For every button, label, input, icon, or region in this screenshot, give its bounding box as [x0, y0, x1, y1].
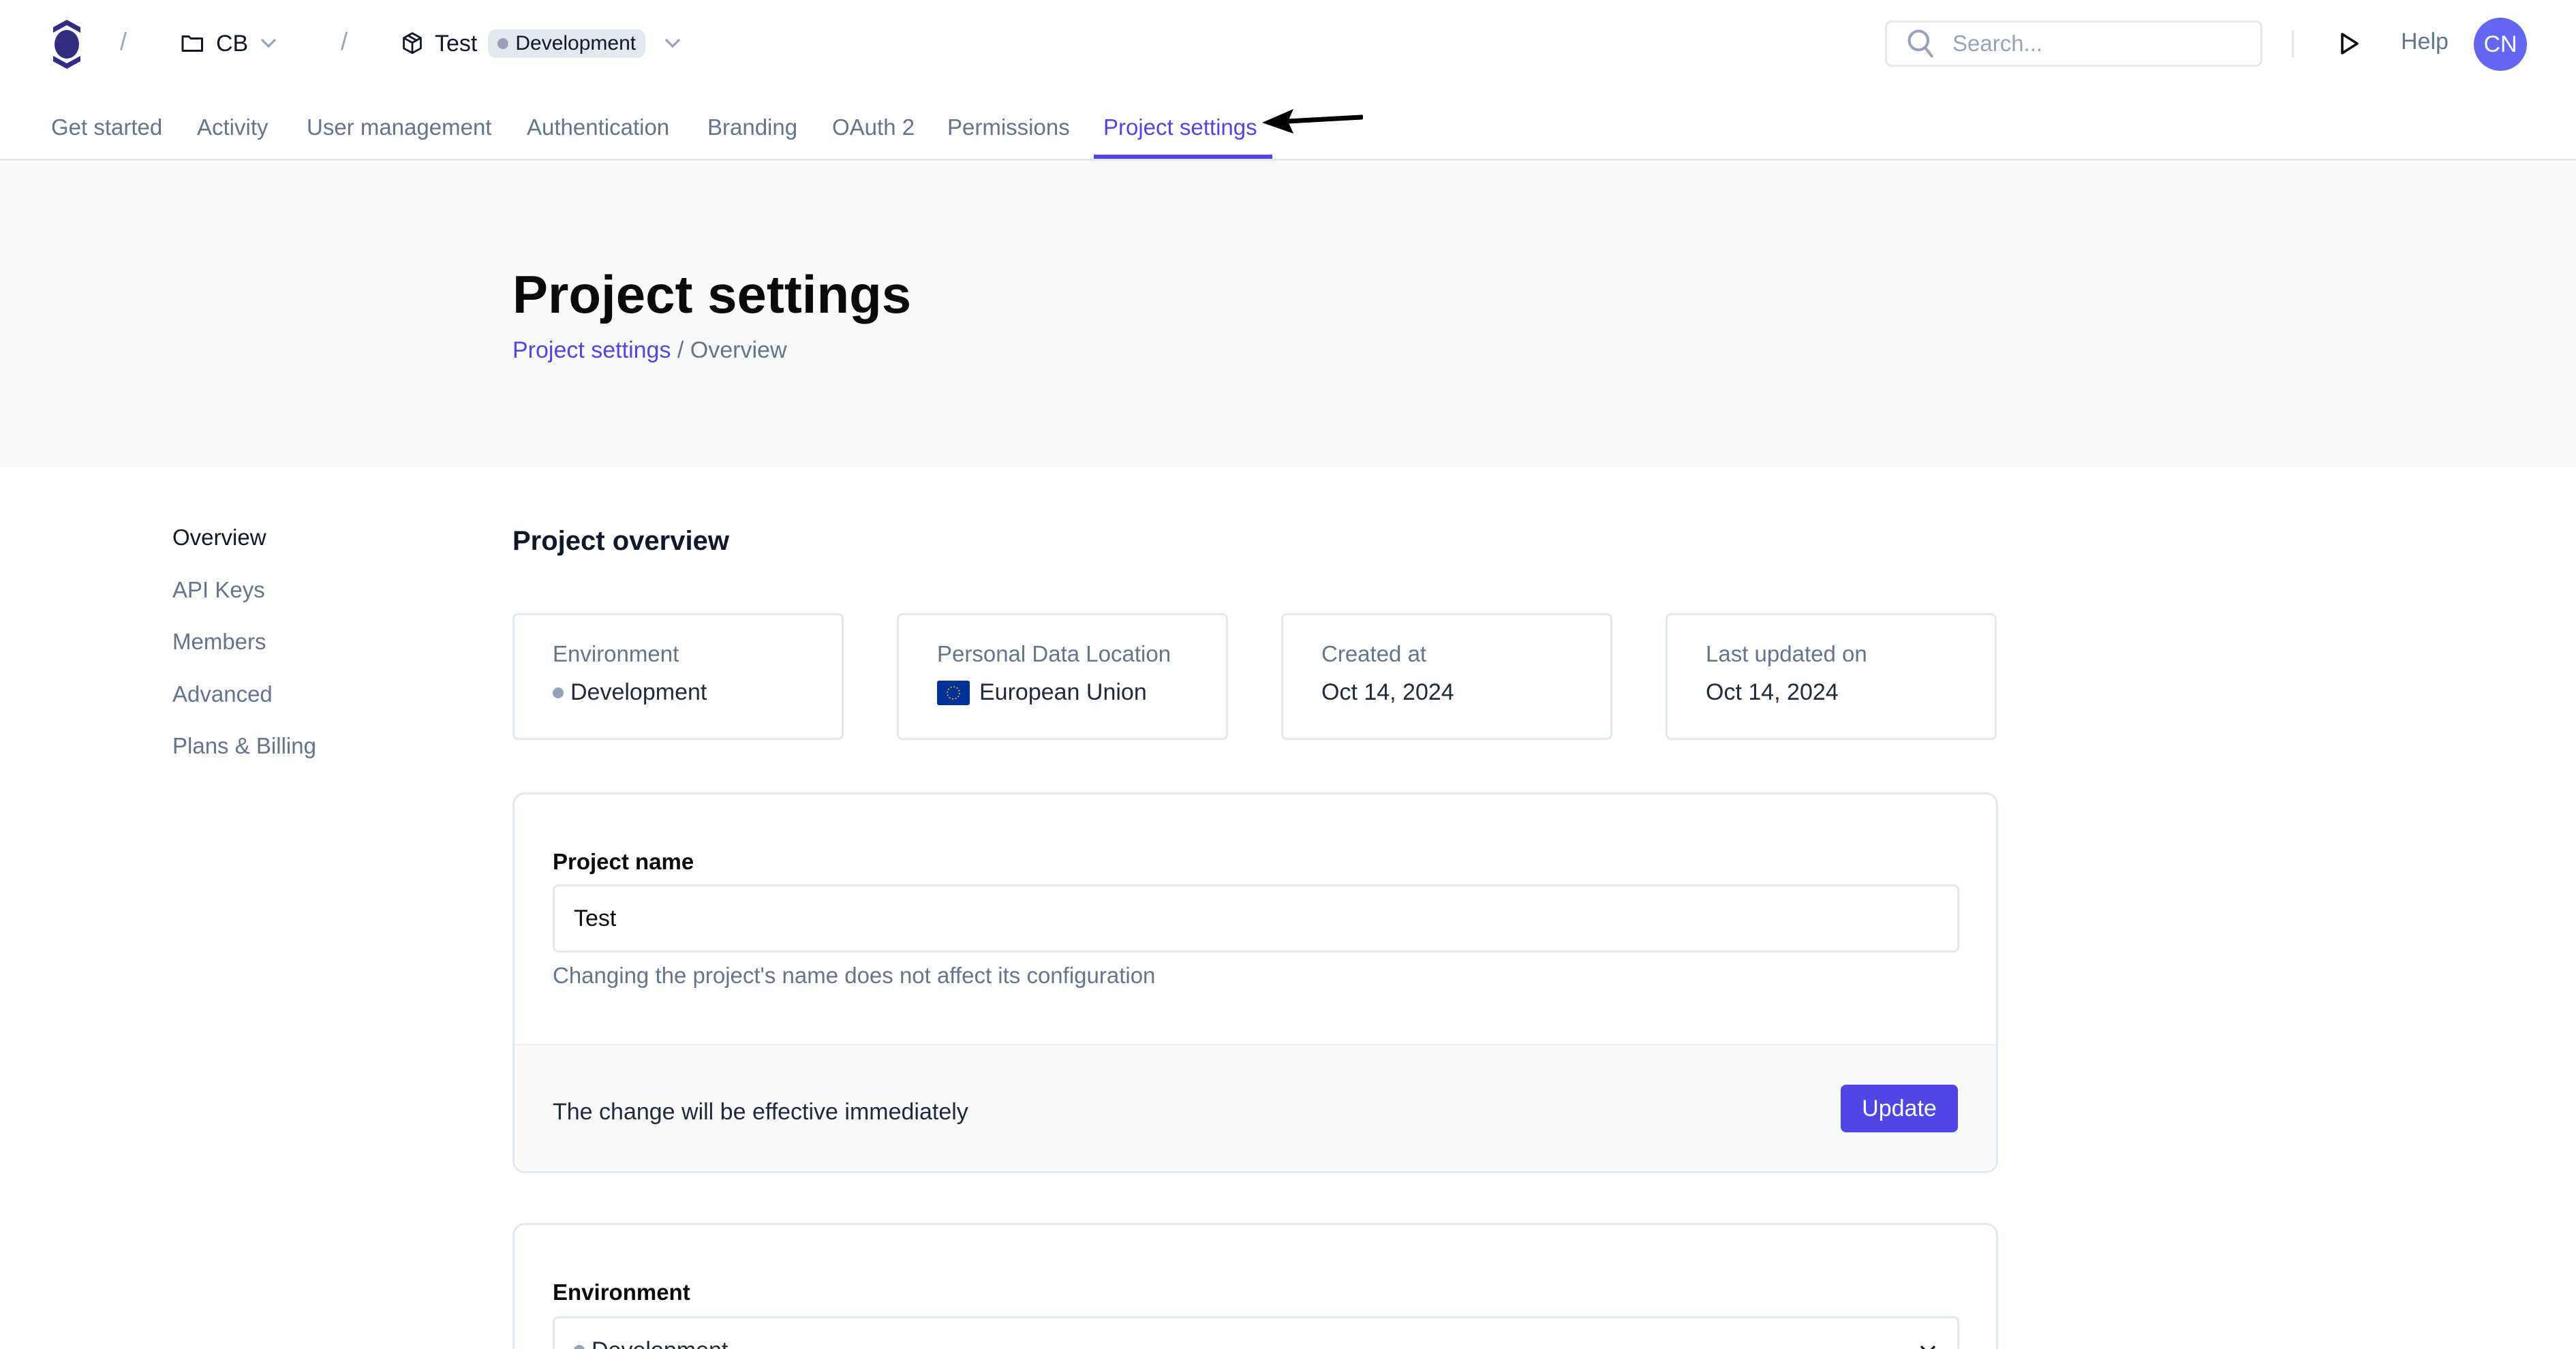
info-card-label: Personal Data Location: [937, 641, 1226, 667]
chevron-down-icon: [1918, 1344, 1938, 1349]
sidebar-item-api-keys[interactable]: API Keys: [172, 577, 316, 630]
top-bar: / CB / Test Development Help CN: [0, 0, 2576, 87]
info-card-data-location: Personal Data Location European Union: [897, 613, 1228, 740]
info-card-value: Oct 14, 2024: [1706, 679, 1995, 706]
info-card-label: Environment: [553, 641, 842, 667]
info-card-last-updated: Last updated on Oct 14, 2024: [1666, 613, 1997, 740]
page-header: Project settings Project settings / Over…: [0, 161, 2576, 467]
breadcrumb-current: Overview: [690, 337, 787, 363]
play-button[interactable]: [2336, 30, 2363, 57]
help-link[interactable]: Help: [2401, 29, 2449, 55]
project-name-label: Project name: [553, 849, 694, 875]
settings-sidebar: Overview API Keys Members Advanced Plans…: [172, 525, 316, 786]
breadcrumb-link-project-settings[interactable]: Project settings: [512, 337, 671, 363]
info-card-value: Development: [570, 679, 707, 706]
search-icon: [1906, 28, 1936, 59]
footer-text: The change will be effective immediately: [553, 1099, 968, 1126]
tab-user-management[interactable]: User management: [307, 114, 491, 140]
cube-icon: [401, 31, 424, 56]
tab-authentication[interactable]: Authentication: [527, 114, 669, 140]
status-dot: [574, 1345, 585, 1349]
tab-permissions[interactable]: Permissions: [947, 114, 1070, 140]
breadcrumb-separator: /: [341, 27, 348, 56]
avatar[interactable]: CN: [2474, 18, 2527, 71]
project-name-input[interactable]: [553, 884, 1959, 952]
tab-get-started[interactable]: Get started: [51, 114, 162, 140]
sidebar-item-advanced[interactable]: Advanced: [172, 681, 316, 734]
org-name: CB: [216, 31, 248, 57]
avatar-initials: CN: [2483, 31, 2517, 58]
tab-project-settings[interactable]: Project settings: [1103, 114, 1257, 140]
org-switcher[interactable]: CB: [181, 25, 278, 63]
tab-activity[interactable]: Activity: [197, 114, 269, 140]
play-icon: [2340, 32, 2360, 55]
active-tab-indicator: [1094, 155, 1272, 159]
page-title: Project settings: [512, 264, 911, 326]
info-card-environment: Environment Development: [512, 613, 844, 740]
tab-branding[interactable]: Branding: [707, 114, 797, 140]
sidebar-item-members[interactable]: Members: [172, 629, 316, 681]
chevron-down-icon: [259, 37, 278, 50]
status-dot: [497, 38, 508, 49]
project-name-form: Project name Changing the project's name…: [512, 792, 1998, 1173]
annotation-arrow-icon: [1261, 102, 1363, 136]
breadcrumb: Project settings / Overview: [512, 337, 787, 364]
status-dot: [553, 687, 564, 698]
tab-oauth-2[interactable]: OAuth 2: [832, 114, 915, 140]
info-card-created-at: Created at Oct 14, 2024: [1281, 613, 1612, 740]
section-title: Project overview: [512, 526, 729, 557]
environment-select[interactable]: Development: [553, 1316, 1959, 1349]
project-name-hint: Changing the project's name does not aff…: [553, 963, 1155, 989]
eu-flag-icon: [937, 681, 970, 705]
logo-icon[interactable]: [50, 18, 83, 71]
breadcrumb-separator: /: [120, 27, 127, 56]
info-card-label: Last updated on: [1706, 641, 1995, 667]
environment-select-value: Development: [592, 1337, 728, 1349]
environment-badge-label: Development: [515, 32, 636, 55]
search-input[interactable]: [1952, 31, 2239, 57]
chevron-down-icon: [663, 37, 682, 50]
update-button[interactable]: Update: [1841, 1085, 1958, 1132]
environment-label: Environment: [553, 1280, 690, 1305]
info-card-value: European Union: [979, 679, 1147, 706]
search-box[interactable]: [1885, 20, 2263, 67]
info-card-value-wrap: Development: [553, 679, 842, 706]
environment-form: Environment Development: [512, 1223, 1998, 1349]
environment-badge: Development: [488, 29, 645, 58]
sidebar-item-plans-billing[interactable]: Plans & Billing: [172, 733, 316, 786]
form-footer: The change will be effective immediately…: [515, 1044, 1996, 1173]
divider: [2292, 30, 2294, 57]
project-switcher[interactable]: Test Development: [401, 25, 682, 63]
folder-icon: [181, 33, 205, 55]
info-card-value-wrap: European Union: [937, 679, 1226, 706]
sidebar-item-overview[interactable]: Overview: [172, 525, 316, 577]
project-name: Test: [435, 31, 477, 57]
info-card-label: Created at: [1321, 641, 1610, 667]
breadcrumb-separator: /: [671, 337, 690, 363]
info-card-value: Oct 14, 2024: [1321, 679, 1610, 706]
